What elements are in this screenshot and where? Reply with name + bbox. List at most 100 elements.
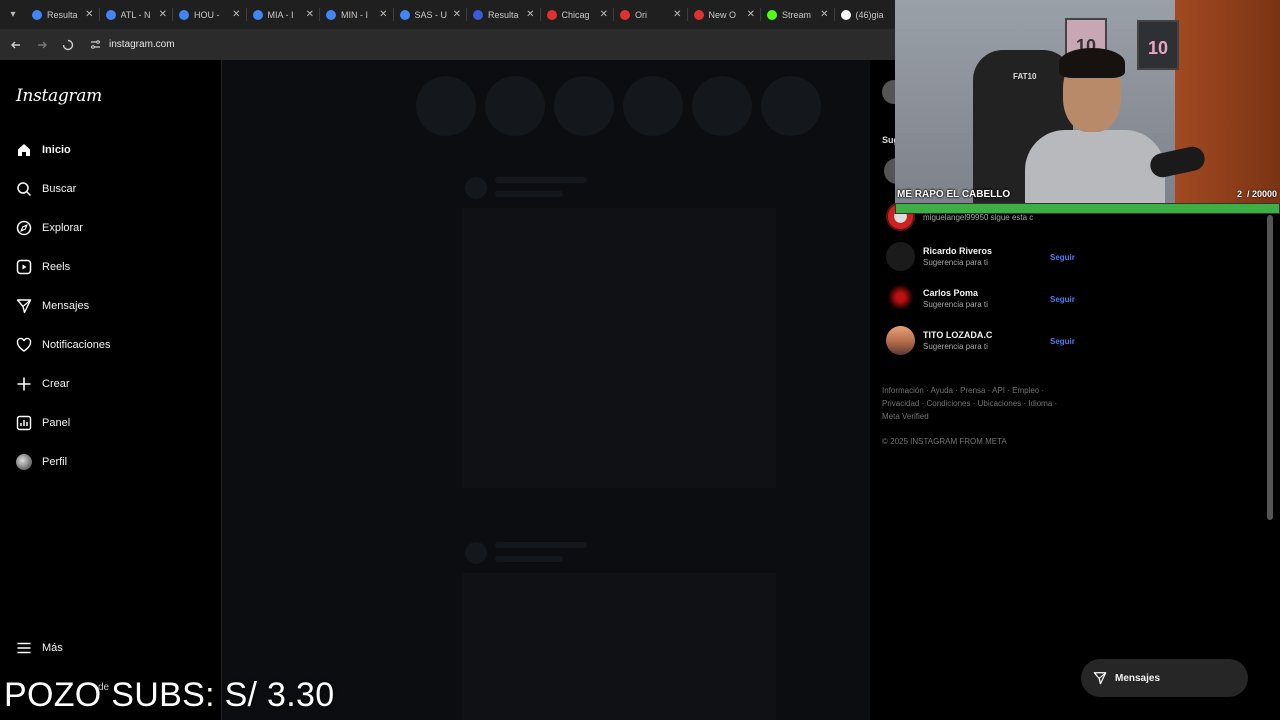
nav-panel[interactable]: Panel [16, 411, 70, 435]
messages-button-label: Mensajes [1115, 672, 1161, 684]
tab-title: Resulta [488, 9, 519, 20]
goal-progress-bar [895, 203, 1280, 214]
goal-progress-fill [896, 204, 1279, 213]
tab-close-icon[interactable]: ✕ [85, 9, 93, 20]
loading-spinner-button[interactable] [60, 37, 76, 53]
tab-title: Resulta [47, 9, 78, 20]
tab-close-icon[interactable]: ✕ [747, 9, 755, 20]
instagram-logo[interactable]: Instagram [16, 86, 102, 106]
tab-close-icon[interactable]: ✕ [232, 9, 240, 20]
nav-label: Notificaciones [42, 339, 111, 351]
post-name-placeholder [495, 177, 587, 183]
tab-close-icon[interactable]: ✕ [820, 9, 828, 20]
nav-label: Crear [42, 378, 70, 390]
messages-button[interactable]: Mensajes [1081, 659, 1248, 697]
nav-label: Reels [42, 261, 71, 273]
nav-crear[interactable]: Crear [16, 372, 70, 396]
nav-inicio[interactable]: Inicio [16, 138, 71, 162]
tab-search-button[interactable]: ▾ [0, 0, 26, 29]
suggestion-name[interactable]: TITO LOZADA.C [923, 330, 992, 340]
browser-tab[interactable]: SAS - U ✕ [394, 0, 468, 29]
nav-label: Panel [42, 417, 71, 429]
site-settings-icon[interactable] [90, 39, 101, 50]
tab-favicon-icon [326, 9, 336, 20]
streamer-hair [1059, 48, 1125, 78]
forward-button[interactable] [34, 37, 50, 53]
nav-buscar[interactable]: Buscar [16, 177, 76, 201]
browser-tab[interactable]: Stream ✕ [761, 0, 835, 29]
post-avatar-placeholder [465, 542, 487, 564]
browser-tab[interactable]: New O ✕ [688, 0, 762, 29]
suggestion-row[interactable]: Ricardo Riveros Sugerencia para ti [886, 242, 992, 271]
tab-close-icon[interactable]: ✕ [379, 9, 387, 20]
browser-tab[interactable]: Chicag ✕ [541, 0, 615, 29]
suggestion-subtitle: Sugerencia para ti [923, 300, 988, 309]
nav-label: Perfil [42, 456, 68, 468]
browser-tab[interactable]: MIA - I ✕ [247, 0, 321, 29]
tab-close-icon[interactable]: ✕ [600, 9, 608, 20]
nav-explorar[interactable]: Explorar [16, 216, 83, 240]
suggestion-subtitle: miguelangel99950 sigue esta c [923, 213, 1034, 222]
address-bar[interactable]: instagram.com [86, 34, 175, 56]
scrollbar[interactable] [1267, 215, 1273, 520]
reels-icon [16, 259, 32, 275]
tab-close-icon[interactable]: ✕ [673, 9, 681, 20]
goal-total: / 20000 [1246, 189, 1277, 199]
nav-notificaciones[interactable]: Notificaciones [16, 333, 110, 357]
tab-close-icon[interactable]: ✕ [526, 9, 534, 20]
heart-icon [16, 337, 32, 352]
webcam-door [1175, 0, 1280, 214]
follow-button[interactable]: Seguir [1050, 337, 1075, 346]
tab-favicon-icon [473, 9, 483, 20]
nav-reels[interactable]: Reels [16, 255, 70, 279]
loading-spinner-icon [62, 39, 74, 50]
tab-favicon-icon [767, 9, 777, 20]
footer-links[interactable]: Información · Ayuda · Prensa · API · Emp… [882, 384, 1072, 423]
suggestion-row[interactable]: TITO LOZADA.C Sugerencia para ti [886, 326, 992, 355]
tab-title: HOU - [194, 9, 220, 20]
home-icon [18, 144, 30, 156]
nav-label: Más [42, 642, 63, 654]
plus-icon [17, 377, 31, 391]
subs-pot-overlay: POZO SUBS: S/ 3.30 [4, 676, 335, 714]
nav-mensajes[interactable]: Mensajes [16, 294, 89, 318]
suggestion-avatar[interactable] [886, 284, 915, 313]
suggestion-avatar[interactable] [886, 242, 915, 271]
back-button[interactable] [8, 37, 24, 53]
back-arrow-icon [11, 41, 20, 48]
tab-title: (46)gia [855, 9, 884, 20]
feed [223, 60, 895, 720]
suggestion-name[interactable]: Ricardo Riveros [923, 246, 992, 256]
goal-title: ME RAPO EL CABELLO [897, 189, 1011, 200]
tab-close-icon[interactable]: ✕ [306, 9, 314, 20]
webcam-overlay: 10 10 FAT10 ME RAPO EL CABELLO 2 / 20000 [895, 0, 1280, 214]
suggestion-row[interactable]: Carlos Poma Sugerencia para ti [886, 284, 988, 313]
tab-favicon-icon [399, 9, 410, 20]
menu-icon [17, 642, 31, 654]
tab-title: Chicag [561, 9, 590, 20]
browser-tab[interactable]: ATL - N ✕ [100, 0, 174, 29]
browser-tab[interactable]: Resulta ✕ [467, 0, 541, 29]
follow-button[interactable]: Seguir [1050, 295, 1075, 304]
tab-close-icon[interactable]: ✕ [453, 9, 461, 20]
suggestion-avatar[interactable] [886, 326, 915, 355]
post-avatar-placeholder [465, 177, 487, 199]
nav-perfil[interactable]: Perfil [16, 450, 67, 474]
nav-label: Mensajes [42, 300, 90, 312]
nav-mas[interactable]: Más [16, 636, 63, 660]
tab-favicon-icon [546, 9, 557, 20]
tab-close-icon[interactable]: ✕ [159, 9, 167, 20]
follow-button[interactable]: Seguir [1050, 253, 1075, 262]
browser-tab[interactable]: HOU - ✕ [173, 0, 247, 29]
post-media-placeholder [462, 573, 776, 720]
browser-tab[interactable]: Resulta ✕ [26, 0, 100, 29]
browser-tab[interactable]: Ori ✕ [614, 0, 688, 29]
nav-label: Explorar [42, 222, 83, 234]
story-placeholder [554, 76, 614, 136]
suggestion-name[interactable]: Carlos Poma [923, 288, 988, 298]
suggestion-subtitle: Sugerencia para ti [923, 342, 988, 351]
browser-tab[interactable]: MIN - I ✕ [320, 0, 394, 29]
post-subtitle-placeholder [495, 556, 563, 562]
suggestion-subtitle: Sugerencia para ti [923, 258, 988, 267]
chair-logo: FAT10 [1013, 72, 1037, 81]
